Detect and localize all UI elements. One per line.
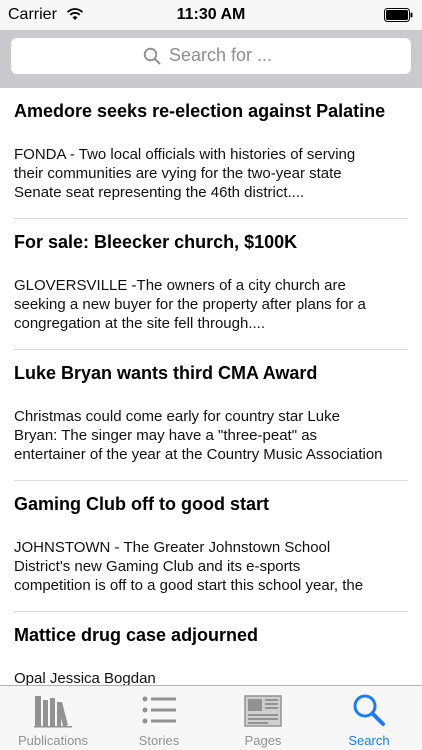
summary-line: seeking a new buyer for the property aft… <box>14 296 366 313</box>
summary-line: competition is off to a good start this … <box>14 577 364 594</box>
summary-line: GLOVERSVILLE -The owners of a city churc… <box>14 277 346 294</box>
article-item[interactable]: Luke Bryan wants third CMA Award Christm… <box>0 350 422 481</box>
status-bar: Carrier 11:30 AM <box>0 0 422 30</box>
search-icon <box>353 694 385 726</box>
tab-bar: Publications Stories Pages Search <box>0 685 422 750</box>
tab-pages[interactable]: Pages <box>210 686 316 750</box>
article-summary: Christmas could come early for country s… <box>14 407 409 464</box>
summary-line: FONDA - Two local officials with histori… <box>14 146 356 163</box>
tab-publications[interactable]: Publications <box>0 686 106 750</box>
article-item[interactable]: Amedore seeks re-election against Palati… <box>0 88 422 219</box>
article-title: Mattice drug case adjourned <box>14 625 259 645</box>
status-time: 11:30 AM <box>176 6 246 23</box>
article-summary: GLOVERSVILLE -The owners of a city churc… <box>14 276 409 333</box>
article-item[interactable]: Gaming Club off to good start JOHNSTOWN … <box>0 481 422 612</box>
article-title: Gaming Club off to good start <box>14 494 269 514</box>
tab-label: Pages <box>244 733 282 748</box>
summary-line: District's new Gaming Club and its e-spo… <box>14 558 301 575</box>
tab-stories[interactable]: Stories <box>106 686 212 750</box>
article-item[interactable]: Mattice drug case adjourned Opal Jessica… <box>0 612 422 685</box>
summary-line: Christmas could come early for country s… <box>14 408 340 425</box>
article-summary: Opal Jessica Bogdan <box>14 669 409 685</box>
article-item[interactable]: For sale: Bleecker church, $100K GLOVERS… <box>0 219 422 350</box>
article-title: For sale: Bleecker church, $100K <box>14 232 298 252</box>
tab-label: Publications <box>17 733 89 748</box>
summary-line: JOHNSTOWN - The Greater Johnstown School <box>14 539 331 556</box>
tab-search[interactable]: Search <box>316 686 422 750</box>
search-input[interactable]: Search for ... <box>11 38 411 74</box>
summary-line: Senate seat representing the 46th distri… <box>14 184 305 201</box>
search-icon <box>143 47 161 64</box>
search-bar-area: Search for ... <box>0 30 422 88</box>
tab-label: Stories <box>138 733 180 748</box>
tab-label: Search <box>348 733 390 748</box>
article-summary: JOHNSTOWN - The Greater Johnstown School… <box>14 538 409 595</box>
list-icon <box>142 696 176 724</box>
article-title: Luke Bryan wants third CMA Award <box>14 363 318 383</box>
summary-line: Opal Jessica Bogdan <box>14 670 156 685</box>
summary-line: Bryan: The singer may have a "three-peat… <box>14 427 318 444</box>
newspaper-icon <box>244 695 282 727</box>
article-summary: FONDA - Two local officials with histori… <box>14 145 409 202</box>
article-title: Amedore seeks re-election against Palati… <box>14 101 386 121</box>
summary-line: entertainer of the year at the Country M… <box>14 446 383 463</box>
books-icon <box>34 696 72 728</box>
summary-line: congregation at the site fell through...… <box>14 315 265 332</box>
search-placeholder: Search for ... <box>169 45 273 65</box>
article-list: Amedore seeks re-election against Palati… <box>0 88 422 685</box>
battery-icon <box>384 8 413 22</box>
summary-line: their communities are vying for the two-… <box>14 165 342 182</box>
